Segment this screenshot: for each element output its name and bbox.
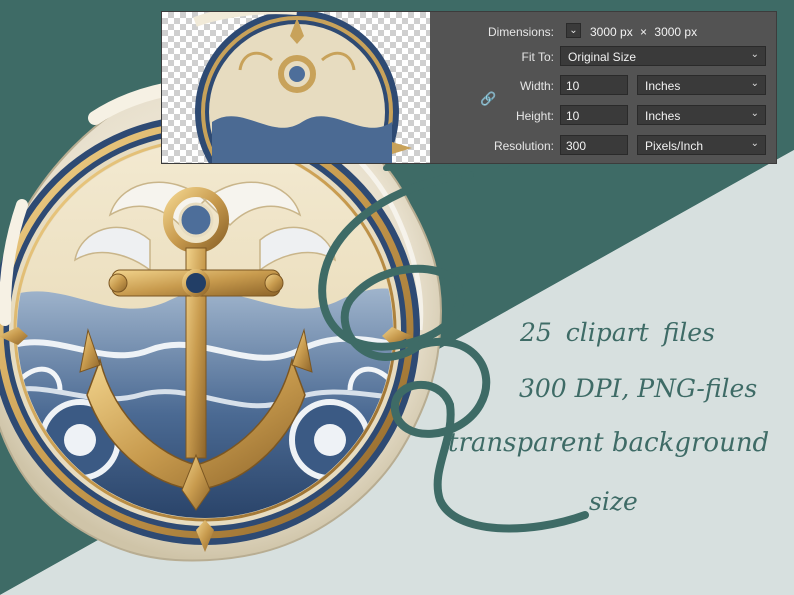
height-row: Height: 10 Inches ⌄ xyxy=(430,105,776,127)
resolution-input[interactable]: 300 xyxy=(560,135,628,155)
dimensions-separator: × xyxy=(640,25,648,39)
image-preview xyxy=(162,12,430,163)
resolution-label: Resolution: xyxy=(493,139,554,153)
dimensions-value: 3000 px × 3000 px xyxy=(590,25,697,39)
product-preview-canvas: Dimensions: ⌄ 3000 px × 3000 px Fit To: … xyxy=(0,0,794,595)
width-row: Width: 10 Inches ⌄ xyxy=(430,75,776,97)
fit-to-label: Fit To: xyxy=(521,50,554,64)
fit-to-row: Fit To: Original Size ⌄ xyxy=(430,46,776,68)
width-unit-select[interactable]: Inches ⌄ xyxy=(637,75,766,95)
dimensions-height-value: 3000 px xyxy=(654,25,698,39)
height-input[interactable]: 10 xyxy=(560,105,628,125)
height-unit-value: Inches xyxy=(645,109,681,123)
chevron-down-icon[interactable]: ⌄ xyxy=(566,23,581,38)
chevron-down-icon: ⌄ xyxy=(750,138,759,149)
promo-format: 300 DPI, PNG-files xyxy=(519,374,758,403)
height-unit-select[interactable]: Inches ⌄ xyxy=(637,105,766,125)
promo-size: size xyxy=(589,487,638,516)
promo-background: transparent background xyxy=(448,428,770,458)
chevron-down-icon: ⌄ xyxy=(750,49,759,60)
height-label: Height: xyxy=(515,109,554,123)
resolution-row: Resolution: 300 Pixels/Inch ⌄ xyxy=(430,135,776,157)
dimensions-row: Dimensions: ⌄ 3000 px × 3000 px xyxy=(430,21,776,43)
dimensions-label: Dimensions: xyxy=(487,25,554,39)
chevron-down-icon: ⌄ xyxy=(750,78,759,89)
width-label: Width: xyxy=(519,79,554,93)
resolution-unit-select[interactable]: Pixels/Inch ⌄ xyxy=(637,135,766,155)
fit-to-value: Original Size xyxy=(568,50,637,64)
chevron-down-icon: ⌄ xyxy=(750,108,759,119)
width-unit-value: Inches xyxy=(645,79,681,93)
image-size-panel: Dimensions: ⌄ 3000 px × 3000 px Fit To: … xyxy=(161,11,777,164)
dimensions-width-value: 3000 px xyxy=(590,25,633,39)
width-input[interactable]: 10 xyxy=(560,75,628,95)
resolution-unit-value: Pixels/Inch xyxy=(645,139,704,153)
fit-to-select[interactable]: Original Size ⌄ xyxy=(560,46,766,66)
promo-file-count: 25 clipart files xyxy=(520,318,715,347)
